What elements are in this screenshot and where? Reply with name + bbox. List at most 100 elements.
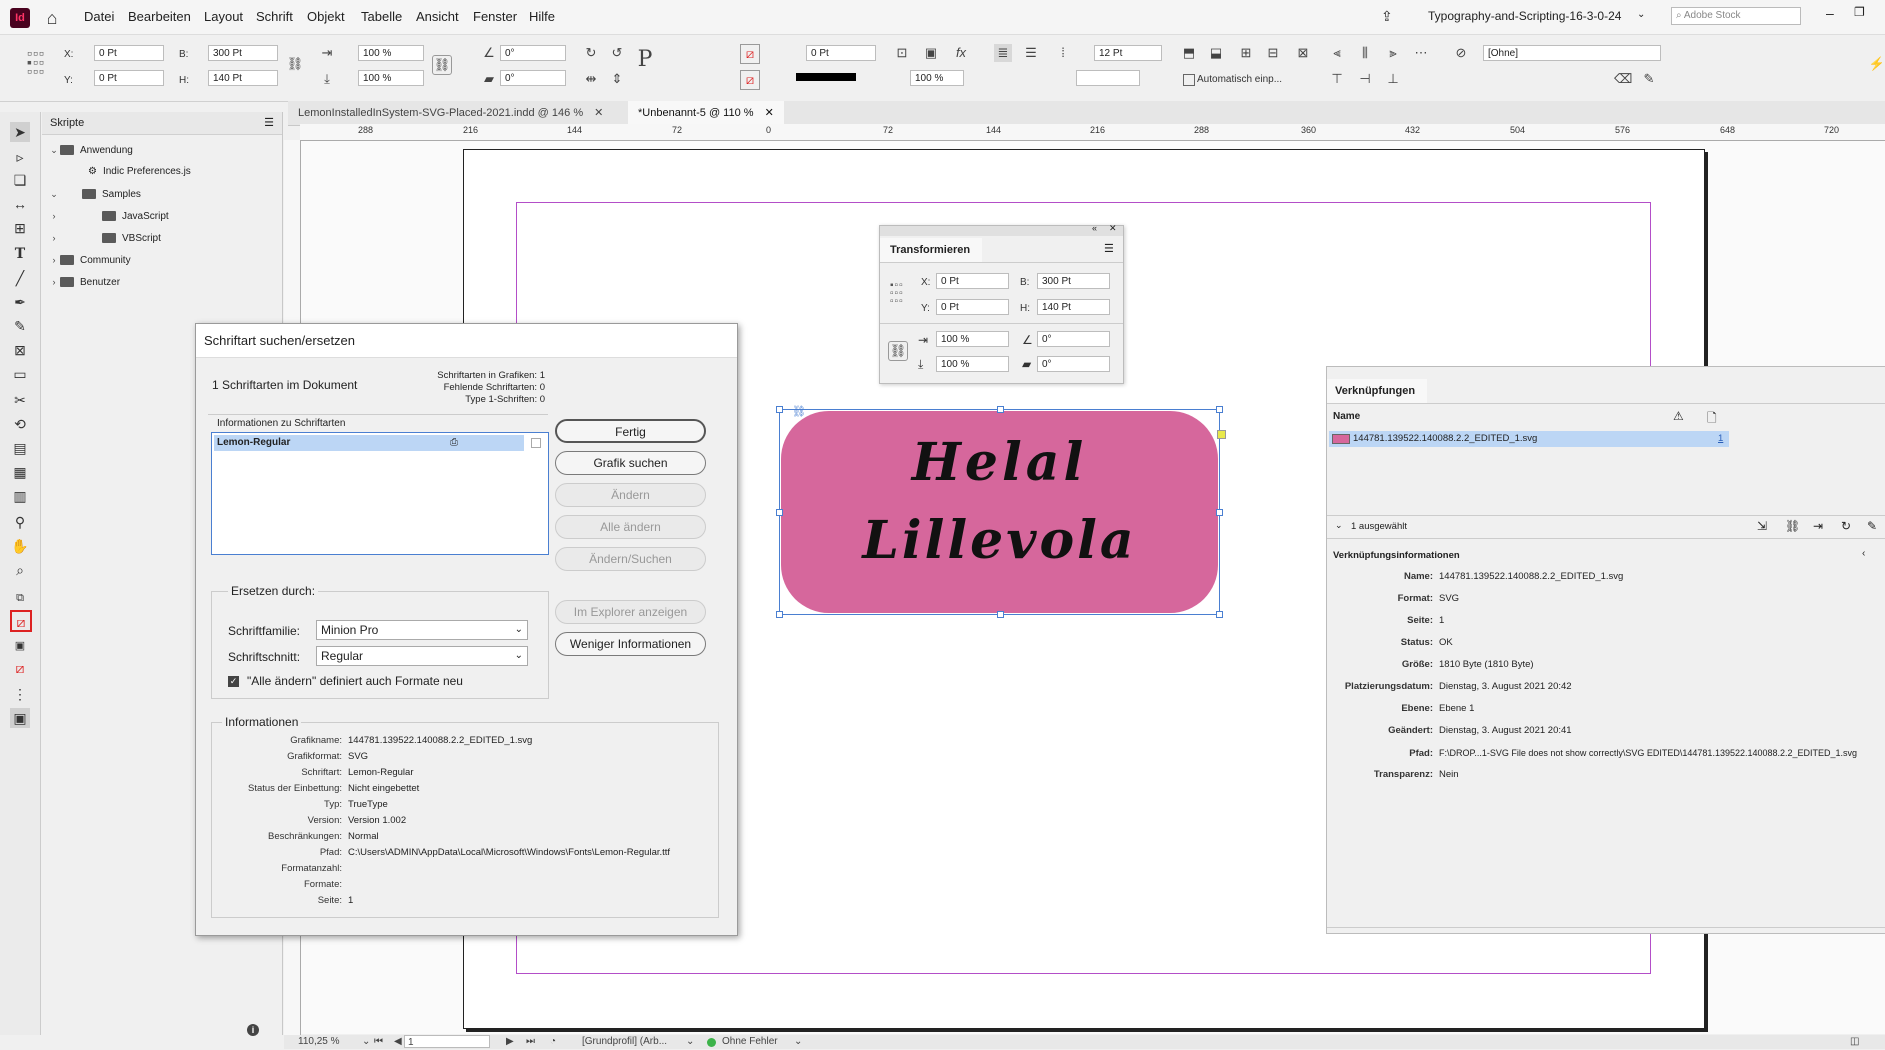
tree-item-javascript[interactable]: › JavaScript [42,206,288,226]
selection-handle[interactable] [1216,406,1223,413]
fewer-info-button[interactable]: Weniger Informationen [555,632,706,656]
edit-original-icon[interactable]: ✎ [1867,519,1877,533]
align-bottom-edges-icon[interactable]: ⊥ [1384,70,1402,88]
content-grabber-handle[interactable] [1217,430,1226,439]
align-left-edges-icon[interactable]: ⫷ [1328,44,1346,62]
panel-drag-bar[interactable]: « ✕ [880,223,1123,236]
menu-tabelle[interactable]: Tabelle [361,9,402,24]
chevron-down-icon[interactable]: ⌄ [1637,9,1645,20]
text-wrap-none-icon[interactable]: ≣ [994,44,1012,62]
selection-handle[interactable] [997,611,1004,618]
horizontal-ruler[interactable]: 288 216 144 72 0 72 144 216 288 360 432 … [300,124,1885,141]
page-tool-icon[interactable]: ❏ [10,170,30,190]
zoom-level[interactable]: 110,25 % [298,1035,340,1049]
fit-content-icon[interactable]: ⊞ [1237,44,1255,62]
minimize-icon[interactable]: – [1826,5,1834,21]
pencil-tool-icon[interactable]: ✎ [10,316,30,336]
open-doc-icon[interactable]: ◔ [550,1035,556,1049]
tree-item-anwendung[interactable]: ⌄ Anwendung [42,140,288,160]
transform-width-field[interactable]: 300 Pt [1037,273,1110,289]
rectangle-tool-icon[interactable]: ▭ [10,364,30,384]
chevron-right-icon[interactable]: › [48,206,60,226]
default-colors-icon[interactable]: ⧉ [10,588,30,608]
transform-scale-x-field[interactable]: 100 % [936,331,1009,347]
done-button[interactable]: Fertig [555,419,706,443]
selected-graphic-frame[interactable]: Helal Lillevola ⛓ [776,406,1226,618]
page-number-field[interactable]: 1 [404,1035,490,1048]
tree-item-samples[interactable]: ⌄ Samples [42,184,288,204]
view-mode-icon[interactable]: ▣ [10,708,30,728]
update-link-icon[interactable]: ↻ [1841,519,1851,533]
chevron-down-icon[interactable]: ⌄ [794,1035,802,1049]
gradient-feather-tool-icon[interactable]: ▦ [10,462,30,482]
panel-menu-icon[interactable]: ☰ [264,112,274,134]
change-button[interactable]: Ändern [555,483,706,507]
name-column-header[interactable]: Name [1333,411,1360,422]
link-chain-icon[interactable]: ⛓ [792,405,806,418]
line-tool-icon[interactable]: ╱ [10,268,30,288]
free-transform-tool-icon[interactable]: ⟲ [10,414,30,434]
font-style-select[interactable]: Regular ⌄ [316,646,528,666]
selection-handle[interactable] [997,406,1004,413]
reference-point-icon[interactable]: ▪▫▫ ▫▫▫ ▫▫▫ [890,281,904,307]
align-center-icon[interactable]: ⬓ [1207,44,1225,62]
transform-shear-field[interactable]: 0° [1037,356,1110,372]
split-view-icon[interactable]: ◫ [1850,1035,1859,1049]
selection-handle[interactable] [776,611,783,618]
scissors-tool-icon[interactable]: ✂ [10,390,30,410]
formatting-container-icon[interactable]: ▣ [10,636,30,656]
column-icon[interactable]: ⁞ [1054,44,1072,62]
constrain-link-icon[interactable]: ⛓ [888,341,908,361]
tree-item-vbscript[interactable]: › VBScript [42,228,288,248]
scale-x-field[interactable]: 100 % [358,45,424,61]
warning-icon[interactable]: ⚠ [1673,409,1684,423]
relink-cc-icon[interactable]: ⇲ [1757,519,1767,533]
stroke-none-icon[interactable]: ⧄ [740,70,760,90]
link-row[interactable]: 144781.139522.140088.2.2_EDITED_1.svg 1 [1329,431,1729,447]
rotate-cw-icon[interactable]: ↻ [582,44,600,62]
scale-link-icon[interactable]: ⛓ [432,55,452,75]
align-horizontal-centers-icon[interactable]: ⫼ [1356,44,1374,62]
tree-item-indic-preferences[interactable]: ⚙ Indic Preferences.js [42,162,328,182]
font-list[interactable]: Lemon-Regular ⎙ [211,432,549,555]
transform-x-field[interactable]: 0 Pt [936,273,1009,289]
menu-fenster[interactable]: Fenster [473,9,517,24]
fill-stroke-swatch-icon[interactable]: ⧄ [10,610,32,632]
tree-item-community[interactable]: › Community [42,250,288,270]
tab-verknuepfungen[interactable]: Verknüpfungen [1327,379,1427,403]
page-column-icon[interactable]: 🗋 [1707,409,1717,430]
opacity-field[interactable]: 100 % [910,70,964,86]
screen-mode-icon[interactable]: ⋮ [10,684,30,704]
close-icon[interactable]: ✕ [594,107,603,119]
eyedropper-tool-icon[interactable]: ⚲ [10,512,30,532]
rotate-field[interactable]: 0° [500,45,566,61]
chevron-down-icon[interactable]: ⌄ [686,1035,694,1049]
pen-tool-icon[interactable]: ✒ [10,292,30,312]
menu-schrift[interactable]: Schrift [256,9,293,24]
redefine-styles-checkbox[interactable]: ✓ [228,676,239,687]
gap-tool-icon[interactable]: ↔ [10,194,30,214]
first-page-icon[interactable]: ⏮ [374,1035,383,1049]
collapse-icon[interactable]: « [1092,223,1097,233]
align-top-icon[interactable]: ⬒ [1180,44,1198,62]
change-find-button[interactable]: Ändern/Suchen [555,547,706,571]
fit-frame-icon[interactable]: ⊟ [1264,44,1282,62]
share-icon[interactable]: ⇪ [1381,8,1393,25]
link-page-number[interactable]: 1 [1718,431,1723,447]
zoom-tool-icon[interactable]: ⌕ [10,560,30,580]
shear-field[interactable]: 0° [500,70,566,86]
home-icon[interactable]: ⌂ [42,8,62,28]
align-right-edges-icon[interactable]: ⫸ [1384,44,1402,62]
constrain-link-icon[interactable]: ⛓ [286,55,304,73]
reveal-in-explorer-button[interactable]: Im Explorer anzeigen [555,600,706,624]
hand-tool-icon[interactable]: ✋ [10,536,30,556]
chevron-right-icon[interactable]: › [48,228,60,248]
font-row-checkbox[interactable] [531,438,541,448]
preflight-profile[interactable]: [Grundprofil] (Arb... [582,1035,667,1049]
restore-icon[interactable]: ❐ [1854,5,1865,19]
find-graphic-button[interactable]: Grafik suchen [555,451,706,475]
preflight-status[interactable]: Ohne Fehler [722,1035,778,1049]
chevron-down-icon[interactable]: ⌄ [362,1035,370,1049]
change-all-button[interactable]: Alle ändern [555,515,706,539]
prev-page-icon[interactable]: ◀ [394,1035,402,1049]
